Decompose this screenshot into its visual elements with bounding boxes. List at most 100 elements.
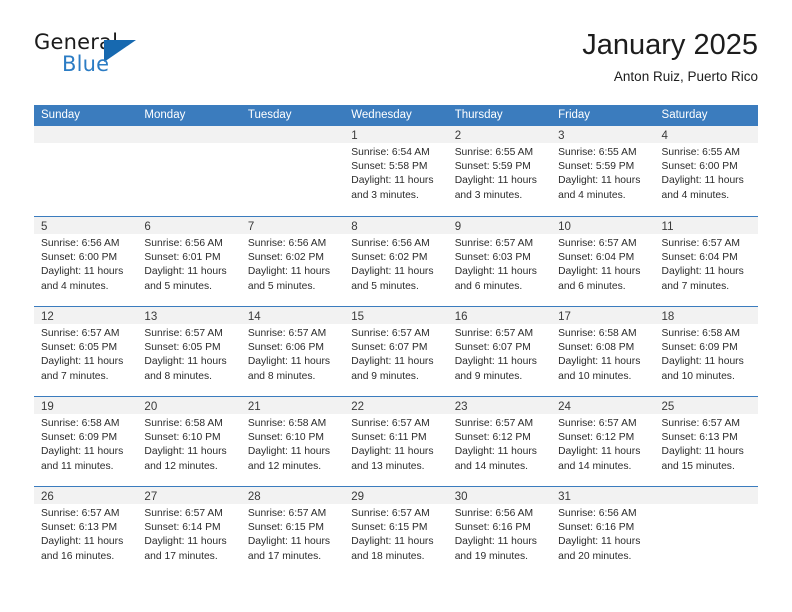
day-details: Sunrise: 6:57 AM Sunset: 6:07 PM Daylight:… bbox=[344, 324, 447, 384]
sunrise-text: Sunrise: 6:58 AM bbox=[661, 328, 740, 339]
day-details: Sunrise: 6:55 AM Sunset: 6:00 PM Daylight:… bbox=[655, 143, 758, 203]
day-cell[interactable]: 11 Sunrise: 6:57 AM Sunset: 6:04 PM Dayligh… bbox=[654, 217, 758, 306]
day-cell[interactable]: 18 Sunrise: 6:58 AM Sunset: 6:09 PM Dayligh… bbox=[654, 307, 758, 396]
day-details: Sunrise: 6:56 AM Sunset: 6:02 PM Daylight:… bbox=[344, 234, 447, 294]
sunset-text: Sunset: 6:04 PM bbox=[558, 252, 635, 264]
daylight-text-line1: Daylight: 11 hours bbox=[558, 536, 641, 548]
weekday-header-tuesday: Tuesday bbox=[247, 109, 292, 121]
daylight-text-line2: and 3 minutes. bbox=[351, 189, 419, 201]
day-cell[interactable]: 2 Sunrise: 6:55 AM Sunset: 5:59 PM Daylight… bbox=[447, 126, 552, 216]
day-details: Sunrise: 6:58 AM Sunset: 6:10 PM Daylight:… bbox=[241, 414, 344, 474]
sunrise-text: Sunrise: 6:58 AM bbox=[247, 418, 327, 429]
daylight-text-line2: and 10 minutes. bbox=[661, 370, 735, 382]
day-cell[interactable]: 8 Sunrise: 6:56 AM Sunset: 6:02 PM Daylight… bbox=[344, 217, 448, 306]
sunset-text: Sunset: 6:09 PM bbox=[41, 432, 118, 444]
day-number: 28 bbox=[247, 491, 261, 503]
sunrise-text: Sunrise: 6:55 AM bbox=[454, 147, 534, 158]
sunset-text: Sunset: 6:12 PM bbox=[558, 432, 635, 444]
sunrise-text: Sunrise: 6:57 AM bbox=[454, 238, 534, 249]
daylight-text-line2: and 6 minutes. bbox=[558, 280, 626, 292]
daylight-text-line1: Daylight: 11 hours bbox=[661, 356, 744, 368]
daylight-text-line2: and 10 minutes. bbox=[558, 370, 632, 382]
weekday-header-wednesday: Wednesday bbox=[351, 109, 412, 121]
sunrise-text: Sunrise: 6:57 AM bbox=[661, 418, 740, 429]
day-header: 21 bbox=[240, 397, 345, 414]
day-header: 18 bbox=[654, 307, 758, 324]
day-header: 28 bbox=[240, 487, 345, 504]
sunrise-text: Sunrise: 6:57 AM bbox=[661, 238, 740, 249]
day-cell[interactable]: 12 Sunrise: 6:57 AM Sunset: 6:05 PM Dayligh… bbox=[34, 307, 138, 396]
day-header: 22 bbox=[344, 397, 448, 414]
day-number: 9 bbox=[454, 221, 462, 233]
day-cell[interactable]: 24 Sunrise: 6:57 AM Sunset: 6:12 PM Dayligh… bbox=[551, 397, 655, 486]
daylight-text-line2: and 17 minutes. bbox=[247, 550, 322, 562]
day-number: 29 bbox=[351, 491, 365, 503]
sunset-text: Sunset: 5:58 PM bbox=[351, 161, 428, 173]
day-number: 1 bbox=[351, 130, 358, 142]
day-number: 19 bbox=[41, 401, 54, 413]
day-cell[interactable]: 13 Sunrise: 6:57 AM Sunset: 6:05 PM Dayligh… bbox=[137, 307, 241, 396]
day-cell[interactable]: 22 Sunrise: 6:57 AM Sunset: 6:11 PM Dayligh… bbox=[344, 397, 448, 486]
day-cell[interactable]: 14 Sunrise: 6:57 AM Sunset: 6:06 PM Dayligh… bbox=[240, 307, 345, 396]
day-number: 20 bbox=[144, 401, 158, 413]
day-cell[interactable]: 19 Sunrise: 6:58 AM Sunset: 6:09 PM Dayligh… bbox=[34, 397, 138, 486]
sunrise-text: Sunrise: 6:57 AM bbox=[247, 328, 327, 339]
day-details: Sunrise: 6:57 AM Sunset: 6:04 PM Daylight:… bbox=[551, 234, 654, 294]
daylight-text-line1: Daylight: 11 hours bbox=[351, 266, 434, 278]
weekday-header-row: Sunday Monday Tuesday Wednesday Thursday Frid… bbox=[34, 105, 758, 126]
day-cell[interactable]: 21 Sunrise: 6:58 AM Sunset: 6:10 PM Dayligh… bbox=[240, 397, 345, 486]
daylight-text-line2: and 5 minutes. bbox=[247, 280, 316, 292]
day-cell[interactable]: 23 Sunrise: 6:57 AM Sunset: 6:12 PM Dayligh… bbox=[447, 397, 552, 486]
day-cell[interactable]: 7 Sunrise: 6:56 AM Sunset: 6:02 PM Daylight… bbox=[240, 217, 345, 306]
sunset-text: Sunset: 6:00 PM bbox=[41, 252, 118, 264]
day-number: 18 bbox=[661, 311, 675, 323]
daylight-text-line2: and 16 minutes. bbox=[41, 550, 115, 562]
day-cell[interactable]: 28 Sunrise: 6:57 AM Sunset: 6:15 PM Dayligh… bbox=[240, 487, 345, 576]
day-cell[interactable]: 15 Sunrise: 6:57 AM Sunset: 6:07 PM Dayligh… bbox=[344, 307, 448, 396]
daylight-text-line1: Daylight: 11 hours bbox=[558, 356, 641, 368]
day-details: Sunrise: 6:57 AM Sunset: 6:05 PM Daylight:… bbox=[34, 324, 137, 384]
day-header: 17 bbox=[551, 307, 655, 324]
sunrise-text: Sunrise: 6:55 AM bbox=[661, 147, 740, 158]
sunset-text: Sunset: 6:15 PM bbox=[351, 522, 428, 534]
day-header: 19 bbox=[34, 397, 138, 414]
day-cell[interactable]: 25 Sunrise: 6:57 AM Sunset: 6:13 PM Dayligh… bbox=[654, 397, 758, 486]
day-details: Sunrise: 6:58 AM Sunset: 6:09 PM Daylight:… bbox=[34, 414, 137, 474]
daylight-text-line2: and 19 minutes. bbox=[454, 550, 528, 562]
day-number: 24 bbox=[558, 401, 571, 413]
day-cell[interactable]: 4 Sunrise: 6:55 AM Sunset: 6:00 PM Daylight… bbox=[654, 126, 758, 216]
page-title: January 2025 bbox=[582, 29, 758, 61]
daylight-text-line2: and 5 minutes. bbox=[351, 280, 419, 292]
day-details: Sunrise: 6:56 AM Sunset: 6:16 PM Daylight:… bbox=[448, 504, 551, 564]
day-number: 2 bbox=[454, 130, 462, 142]
day-cell[interactable]: 6 Sunrise: 6:56 AM Sunset: 6:01 PM Daylight… bbox=[137, 217, 241, 306]
day-cell[interactable]: 3 Sunrise: 6:55 AM Sunset: 5:59 PM Daylight… bbox=[551, 126, 655, 216]
day-number: 4 bbox=[661, 130, 668, 142]
day-cell[interactable]: 16 Sunrise: 6:57 AM Sunset: 6:07 PM Dayligh… bbox=[447, 307, 552, 396]
day-header: 3 bbox=[551, 126, 655, 143]
day-cell[interactable]: 27 Sunrise: 6:57 AM Sunset: 6:14 PM Dayligh… bbox=[137, 487, 241, 576]
calendar-weeks: 1 Sunrise: 6:54 AM Sunset: 5:58 PM Daylight… bbox=[34, 126, 758, 576]
day-cell[interactable]: 9 Sunrise: 6:57 AM Sunset: 6:03 PM Daylight… bbox=[447, 217, 552, 306]
day-cell[interactable]: 1 Sunrise: 6:54 AM Sunset: 5:58 PM Daylight… bbox=[344, 126, 448, 216]
calendar-week-row: 26 Sunrise: 6:57 AM Sunset: 6:13 PM Dayligh… bbox=[34, 486, 758, 576]
daylight-text-line2: and 4 minutes. bbox=[661, 189, 730, 201]
daylight-text-line2: and 12 minutes. bbox=[247, 460, 322, 472]
day-cell[interactable]: 30 Sunrise: 6:56 AM Sunset: 6:16 PM Dayligh… bbox=[447, 487, 552, 576]
daylight-text-line2: and 14 minutes. bbox=[454, 460, 528, 472]
day-details: Sunrise: 6:57 AM Sunset: 6:13 PM Daylight:… bbox=[34, 504, 137, 564]
day-cell[interactable]: 10 Sunrise: 6:57 AM Sunset: 6:04 PM Dayligh… bbox=[551, 217, 655, 306]
day-header: 6 bbox=[137, 217, 241, 234]
daylight-text-line2: and 15 minutes. bbox=[661, 460, 735, 472]
day-cell[interactable]: 17 Sunrise: 6:58 AM Sunset: 6:08 PM Dayligh… bbox=[551, 307, 655, 396]
day-cell[interactable]: 5 Sunrise: 6:56 AM Sunset: 6:00 PM Daylight… bbox=[34, 217, 138, 306]
general-blue-logo[interactable]: General Blue bbox=[34, 30, 154, 86]
day-cell[interactable]: 29 Sunrise: 6:57 AM Sunset: 6:15 PM Dayligh… bbox=[344, 487, 448, 576]
sunrise-text: Sunrise: 6:58 AM bbox=[558, 328, 637, 339]
daylight-text-line1: Daylight: 11 hours bbox=[247, 446, 331, 458]
sunrise-text: Sunrise: 6:57 AM bbox=[454, 328, 534, 339]
day-header: 2 bbox=[447, 126, 552, 143]
day-cell[interactable]: 26 Sunrise: 6:57 AM Sunset: 6:13 PM Dayligh… bbox=[34, 487, 138, 576]
day-cell[interactable]: 20 Sunrise: 6:58 AM Sunset: 6:10 PM Dayligh… bbox=[137, 397, 241, 486]
day-cell[interactable]: 31 Sunrise: 6:56 AM Sunset: 6:16 PM Dayligh… bbox=[551, 487, 655, 576]
